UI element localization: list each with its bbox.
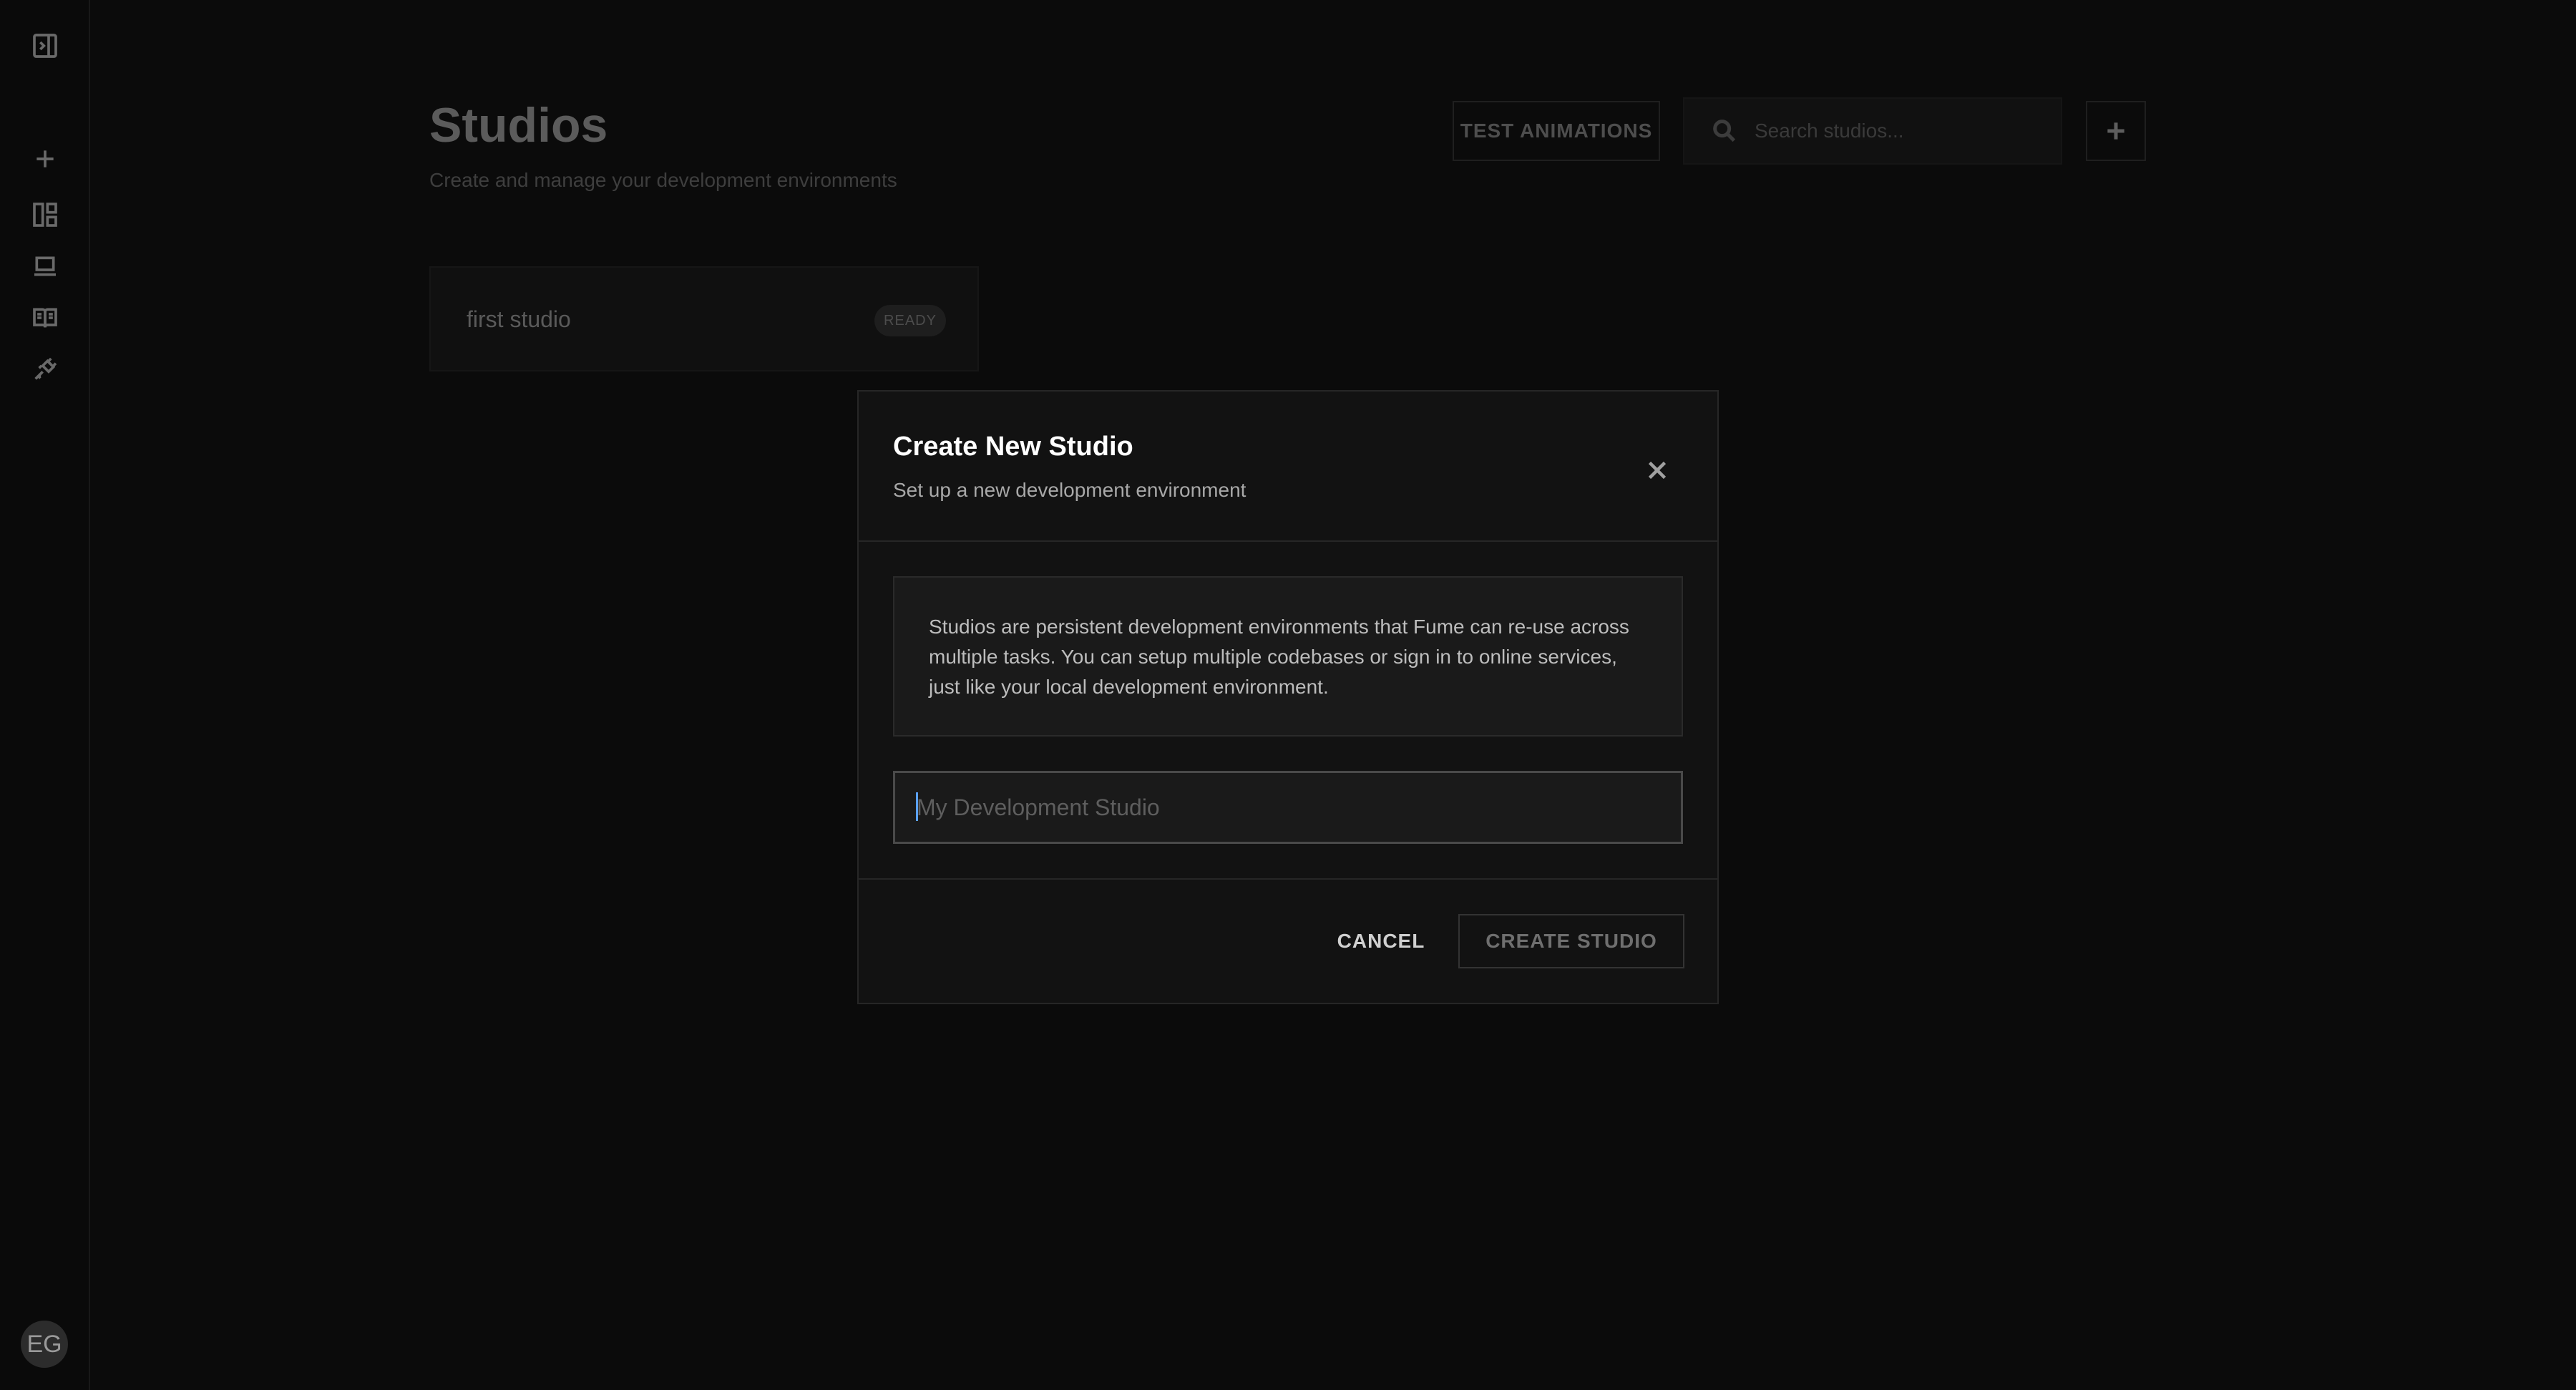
dialog-header: Create New Studio Set up a new developme… [859,392,1717,542]
status-badge: READY [874,305,946,336]
laptop-icon [34,256,56,276]
app-root: EG Studios Create and manage your develo… [0,0,2576,1390]
plus-icon [36,150,54,167]
close-icon [1648,461,1667,480]
sidebar-toggle-icon [33,34,57,58]
cancel-button[interactable]: CANCEL [1331,914,1431,968]
search-icon [1713,120,1736,142]
avatar-initials: EG [26,1330,62,1358]
page-title: Studios [429,98,608,152]
page-subtitle: Create and manage your development envir… [429,169,897,191]
add-studio-button[interactable] [2086,101,2146,161]
close-dialog-button[interactable] [1636,449,1679,492]
info-box: Studios are persistent development envir… [893,576,1683,737]
user-avatar[interactable]: EG [21,1321,68,1368]
dialog-subtitle: Set up a new development environment [893,479,1246,501]
sidebar-new-button[interactable] [24,137,67,180]
sidebar-toggle-button[interactable] [24,24,67,67]
create-studio-button[interactable]: CREATE STUDIO [1458,914,1684,968]
search-input[interactable] [1755,120,2041,142]
dashboard-icon [33,203,57,227]
sidebar-item-docs[interactable] [24,296,67,339]
studio-card[interactable]: first studio READY [429,266,979,371]
search-box[interactable] [1683,97,2062,165]
sidebar-item-integrations[interactable] [24,348,67,391]
info-text: Studios are persistent development envir… [929,616,1629,698]
create-studio-dialog: Create New Studio Set up a new developme… [857,390,1719,1004]
sidebar-item-devices[interactable] [24,245,67,288]
dialog-title: Create New Studio [893,432,1133,462]
studio-name: first studio [467,306,571,332]
plus-icon [2107,122,2124,140]
book-icon [33,308,57,328]
test-animations-button[interactable]: TEST ANIMATIONS [1453,101,1660,161]
studio-name-input[interactable] [893,771,1683,844]
dialog-footer: CANCEL CREATE STUDIO [859,878,1717,1006]
text-caret [916,792,918,821]
sidebar-item-studios[interactable] [24,193,67,236]
plug-icon [34,357,57,380]
sidebar: EG [0,0,90,1390]
